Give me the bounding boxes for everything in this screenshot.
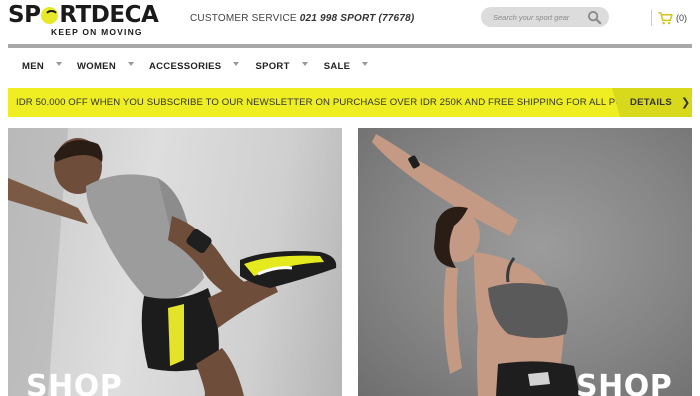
shop-tile-women[interactable]: SHOP — [358, 128, 692, 396]
customer-service: CUSTOMER SERVICE 021 998 SPORT (77678) — [190, 13, 414, 24]
chevron-down-icon — [362, 62, 369, 66]
nav-item-women[interactable]: WOMEN — [77, 54, 134, 78]
cart-button[interactable]: (0) — [658, 9, 687, 27]
chevron-down-icon — [127, 62, 134, 66]
search-icon[interactable] — [587, 10, 602, 25]
male-athlete-image — [8, 128, 337, 396]
nav-item-sport[interactable]: SPORT — [255, 54, 308, 78]
chevron-down-icon — [301, 62, 308, 66]
main-nav: MEN WOMEN ACCESSORIES SPORT SALE — [8, 54, 692, 78]
shop-label: SHOP — [26, 369, 123, 396]
female-athlete-image — [372, 134, 580, 396]
promo-banner: IDR 50.000 OFF WHEN YOU SUBSCRIBE TO OUR… — [8, 88, 692, 117]
nav-item-men[interactable]: MEN — [22, 54, 63, 78]
chevron-down-icon — [56, 62, 63, 66]
shop-label: SHOP — [576, 369, 673, 396]
shop-tile-men[interactable]: SHOP — [8, 128, 342, 396]
nav-item-sale[interactable]: SALE — [324, 54, 369, 78]
header-rule — [8, 44, 692, 48]
promo-text: IDR 50.000 OFF WHEN YOU SUBSCRIBE TO OUR… — [16, 97, 663, 108]
site-header: SP RTDECA KEEP ON MOVING CUSTOMER SERVICE… — [0, 0, 700, 44]
search-input[interactable] — [493, 10, 588, 24]
logo-wordmark: SP RTDECA — [8, 2, 159, 28]
cart-count: (0) — [676, 13, 687, 23]
cart-icon — [658, 11, 673, 24]
chevron-down-icon — [233, 62, 240, 66]
search-box — [481, 7, 609, 27]
nav-item-accessories[interactable]: ACCESSORIES — [149, 54, 240, 78]
header-divider — [651, 10, 652, 26]
promo-details-button[interactable]: DETAILS ❯ — [612, 88, 692, 117]
customer-service-label: CUSTOMER SERVICE — [190, 13, 297, 24]
customer-service-phone[interactable]: 021 998 SPORT (77678) — [300, 13, 415, 24]
chevron-right-icon: ❯ — [681, 97, 691, 109]
sportdeca-logo[interactable]: SP RTDECA KEEP ON MOVING — [8, 3, 180, 39]
ball-icon — [41, 7, 60, 24]
logo-tagline: KEEP ON MOVING — [51, 27, 143, 37]
